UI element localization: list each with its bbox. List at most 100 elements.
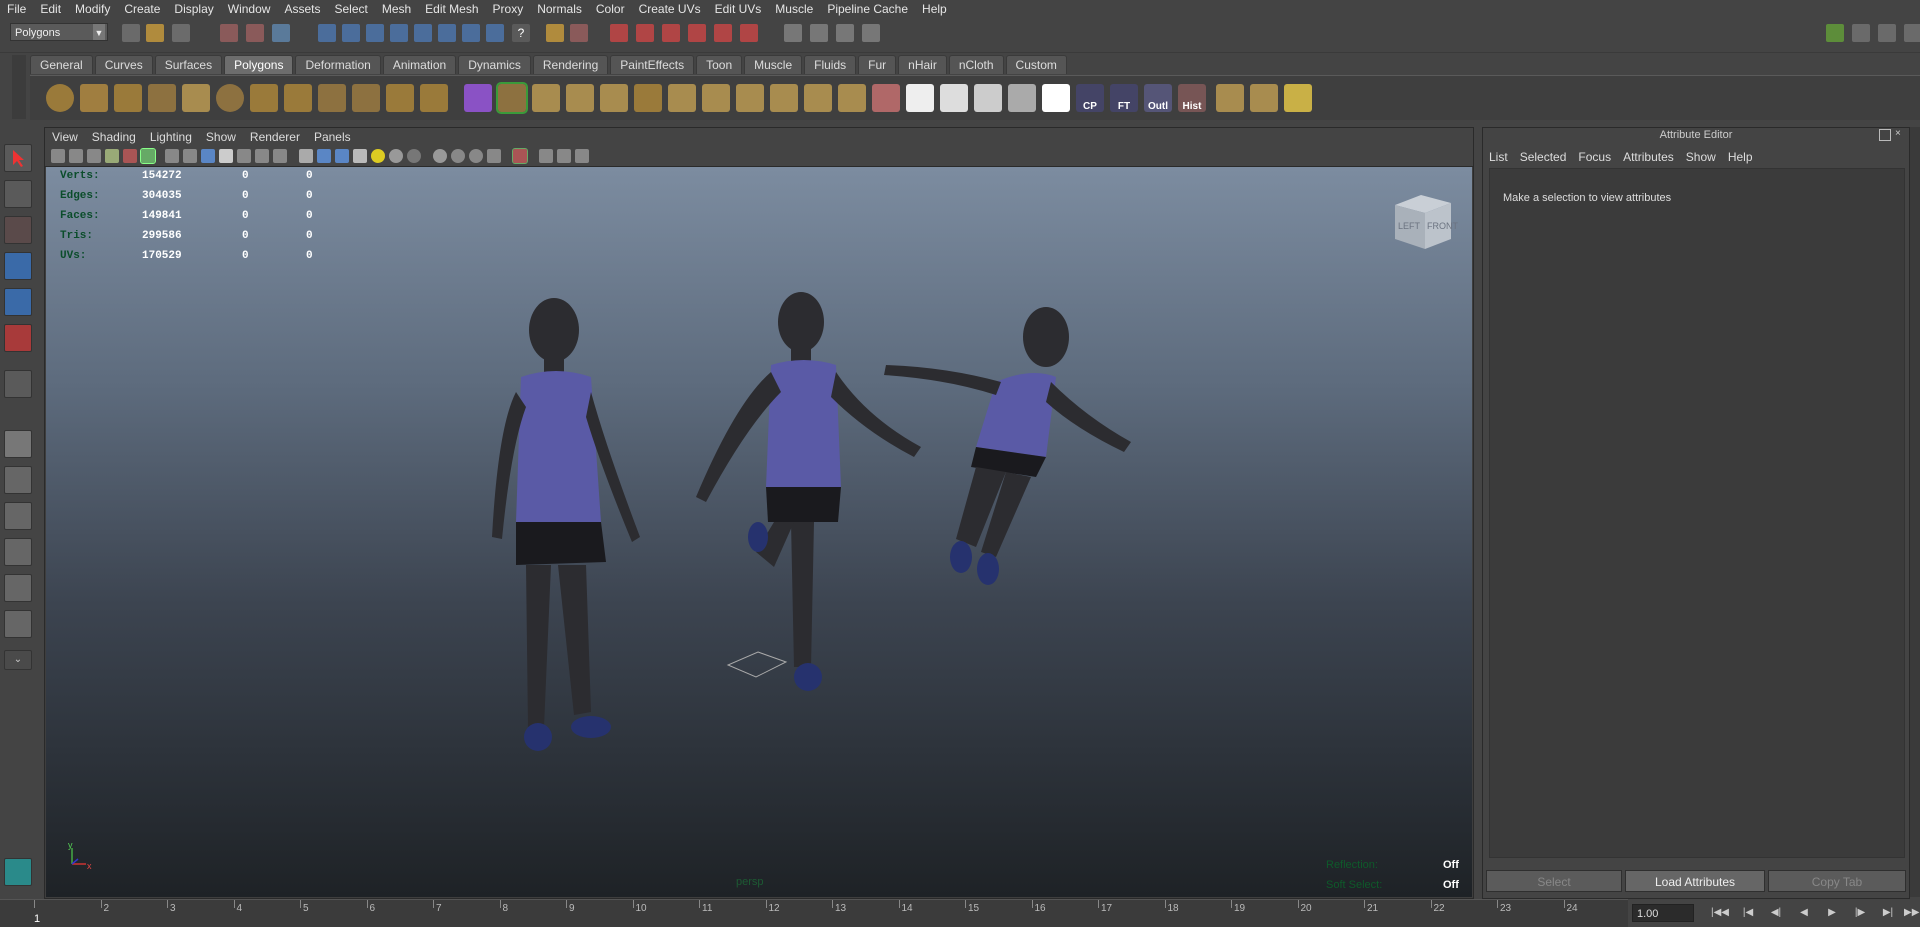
toggle-tool-settings-icon[interactable] <box>1878 24 1896 42</box>
shelf-tab-muscle[interactable]: Muscle <box>744 55 803 74</box>
uv-editor-icon[interactable] <box>1216 84 1244 112</box>
menu-mesh[interactable]: Mesh <box>375 0 418 18</box>
snap-point-icon[interactable] <box>366 24 384 42</box>
render-settings-icon[interactable] <box>862 24 880 42</box>
ae-menu-selected[interactable]: Selected <box>1514 148 1573 166</box>
step-back-frame-icon[interactable]: ◀| <box>1766 905 1786 921</box>
graph-layout-icon[interactable] <box>4 610 32 638</box>
checker-uv-icon[interactable] <box>940 84 968 112</box>
bevel-icon[interactable] <box>736 84 764 112</box>
fill-hole-icon[interactable] <box>770 84 798 112</box>
time-slider[interactable]: 1 2 3 4 5 6 7 8 9 10 11 12 13 14 15 16 17 18 19 20 21 22 23 24 <box>0 899 1628 927</box>
hypershade-layout-icon[interactable] <box>4 574 32 602</box>
copy-tab-button[interactable]: Copy Tab <box>1768 870 1906 892</box>
bookmarks-icon[interactable] <box>87 149 101 163</box>
go-to-start-icon[interactable]: |◀◀ <box>1710 905 1730 921</box>
render-frame-icon[interactable] <box>810 24 828 42</box>
combine-icon[interactable] <box>352 84 380 112</box>
toggle-attribute-editor-icon[interactable] <box>1852 24 1870 42</box>
snap-edge-icon[interactable] <box>486 24 504 42</box>
menu-select[interactable]: Select <box>327 0 374 18</box>
xray-joints-icon[interactable] <box>451 149 465 163</box>
separate-icon[interactable] <box>386 84 414 112</box>
wireframe-icon[interactable] <box>299 149 313 163</box>
step-forward-frame-icon[interactable]: |▶ <box>1850 905 1870 921</box>
wireframe-on-shaded-icon[interactable] <box>335 149 349 163</box>
isolate-select-icon[interactable] <box>487 149 501 163</box>
single-perspective-layout-icon[interactable] <box>4 430 32 458</box>
shelf-tab-fluids[interactable]: Fluids <box>804 55 857 74</box>
center-pivot-button[interactable]: CP <box>1076 84 1104 112</box>
snap-surface-icon[interactable] <box>462 24 480 42</box>
poly-torus-icon[interactable] <box>216 84 244 112</box>
menu-pipeline-cache[interactable]: Pipeline Cache <box>820 0 915 18</box>
viewport-menu-view[interactable]: View <box>45 130 85 144</box>
last-tool-icon[interactable] <box>4 370 32 398</box>
select-hierarchy-icon[interactable] <box>220 24 238 42</box>
scale-tool-icon[interactable] <box>4 324 32 352</box>
two-d-pan-icon[interactable] <box>123 149 137 163</box>
poly-pipe-icon[interactable] <box>284 84 312 112</box>
save-scene-icon[interactable] <box>172 24 190 42</box>
freeze-transform-button[interactable]: FT <box>1110 84 1138 112</box>
perspective-viewport[interactable]: Verts: 154272 0 0 Edges: 304035 0 0 Faces: 1498… <box>46 167 1472 897</box>
playback-speed-field[interactable]: 1.00 <box>1632 904 1694 922</box>
textured-icon[interactable] <box>353 149 367 163</box>
menu-edit-uvs[interactable]: Edit UVs <box>708 0 769 18</box>
gate-mask-icon[interactable] <box>219 149 233 163</box>
smooth-shade-icon[interactable] <box>317 149 331 163</box>
poly-count-icon[interactable] <box>464 84 492 112</box>
layout-menu-chevron-icon[interactable]: ⌄ <box>4 650 32 670</box>
tag-icon[interactable] <box>1042 84 1070 112</box>
menu-help[interactable]: Help <box>915 0 954 18</box>
ipr-render-icon[interactable] <box>836 24 854 42</box>
snap-grid-icon[interactable] <box>318 24 336 42</box>
ae-menu-focus[interactable]: Focus <box>1572 148 1617 166</box>
menu-proxy[interactable]: Proxy <box>486 0 531 18</box>
shelf-tab-toon[interactable]: Toon <box>696 55 743 74</box>
load-attributes-button[interactable]: Load Attributes <box>1625 870 1765 892</box>
ae-menu-list[interactable]: List <box>1483 148 1514 166</box>
film-gate-icon[interactable] <box>183 149 197 163</box>
shelf-tab-dynamics[interactable]: Dynamics <box>458 55 531 74</box>
shelf-tab-rendering[interactable]: Rendering <box>532 55 609 74</box>
lock-icon[interactable] <box>546 24 564 42</box>
help-icon[interactable]: ? <box>512 24 530 42</box>
resolution-gate-icon[interactable] <box>201 149 215 163</box>
select-button[interactable]: Select <box>1486 870 1622 892</box>
ae-menu-show[interactable]: Show <box>1680 148 1722 166</box>
history-icon[interactable] <box>570 24 588 42</box>
step-back-key-icon[interactable]: |◀ <box>1738 905 1758 921</box>
poly-plane-icon[interactable] <box>182 84 210 112</box>
select-object-icon[interactable] <box>246 24 264 42</box>
checker-grid-icon[interactable] <box>1008 84 1036 112</box>
magnet-view-icon[interactable] <box>714 24 732 42</box>
merge-icon[interactable] <box>702 84 730 112</box>
camera-toggle-icon[interactable] <box>539 149 553 163</box>
toggle-modeling-toolkit-icon[interactable] <box>1826 24 1844 42</box>
extrude-icon[interactable] <box>496 82 528 114</box>
shelf-tab-fur[interactable]: Fur <box>858 55 897 74</box>
shelf-tab-ncloth[interactable]: nCloth <box>948 55 1004 74</box>
open-scene-icon[interactable] <box>146 24 164 42</box>
viewport-menu-renderer[interactable]: Renderer <box>243 130 307 144</box>
menu-file[interactable]: File <box>0 0 33 18</box>
snap-live-icon[interactable] <box>414 24 432 42</box>
magnet-plane-icon[interactable] <box>688 24 706 42</box>
viewport-menu-panels[interactable]: Panels <box>307 130 358 144</box>
character-one-leg[interactable] <box>696 292 921 691</box>
uv-grid-icon[interactable] <box>1284 84 1312 112</box>
camera-attributes-icon[interactable] <box>69 149 83 163</box>
menu-display[interactable]: Display <box>167 0 220 18</box>
snap-view-icon[interactable] <box>438 24 456 42</box>
go-to-end-icon[interactable]: ▶▶| <box>1904 905 1920 921</box>
menu-muscle[interactable]: Muscle <box>768 0 820 18</box>
share-icon[interactable] <box>575 149 589 163</box>
use-all-lights-icon[interactable] <box>371 149 385 163</box>
shelf-tab-curves[interactable]: Curves <box>94 55 153 74</box>
split-icon[interactable] <box>600 84 628 112</box>
uv-layout-icon[interactable] <box>1250 84 1278 112</box>
grid-toggle-icon[interactable] <box>165 149 179 163</box>
menu-normals[interactable]: Normals <box>530 0 589 18</box>
safe-title-icon[interactable] <box>273 149 287 163</box>
